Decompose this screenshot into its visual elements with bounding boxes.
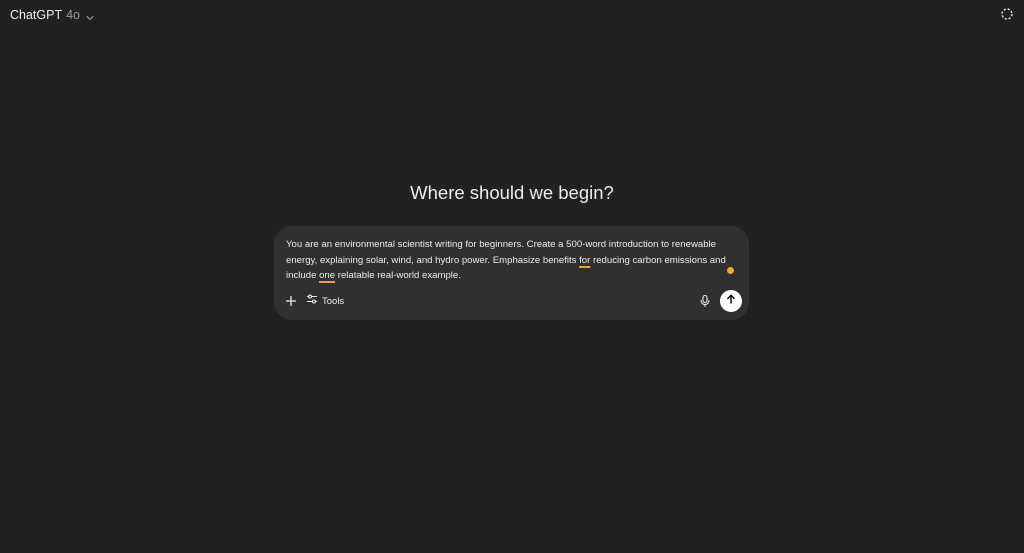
prompt-composer: You are an environmental scientist writi… [274,226,749,320]
tools-label: Tools [322,295,345,307]
microphone-icon[interactable] [698,294,712,308]
plus-icon[interactable] [283,293,299,309]
prompt-input[interactable]: You are an environmental scientist writi… [286,237,734,284]
prompt-text-part: relatable real-world example. [335,270,461,281]
top-bar: ChatGPT 4o [0,0,1024,30]
grammar-indicator-dot[interactable] [727,267,734,274]
dashed-circle-icon[interactable] [1000,7,1014,21]
chevron-down-icon [85,10,95,21]
composer-actions: Tools [274,290,749,312]
sliders-icon [306,292,318,310]
spellcheck-flagged-word[interactable]: one [319,270,335,281]
model-name: ChatGPT [10,8,63,22]
chat-page: ChatGPT 4o Where should we begin? You ar… [0,0,1024,553]
page-heading: Where should we begin? [410,182,614,203]
arrow-up-icon [725,292,737,310]
model-version: 4o [66,8,81,22]
model-switcher[interactable]: ChatGPT 4o [8,6,97,24]
send-button[interactable] [720,290,742,312]
tools-button[interactable]: Tools [306,293,344,309]
spellcheck-flagged-word[interactable]: for [579,255,590,266]
